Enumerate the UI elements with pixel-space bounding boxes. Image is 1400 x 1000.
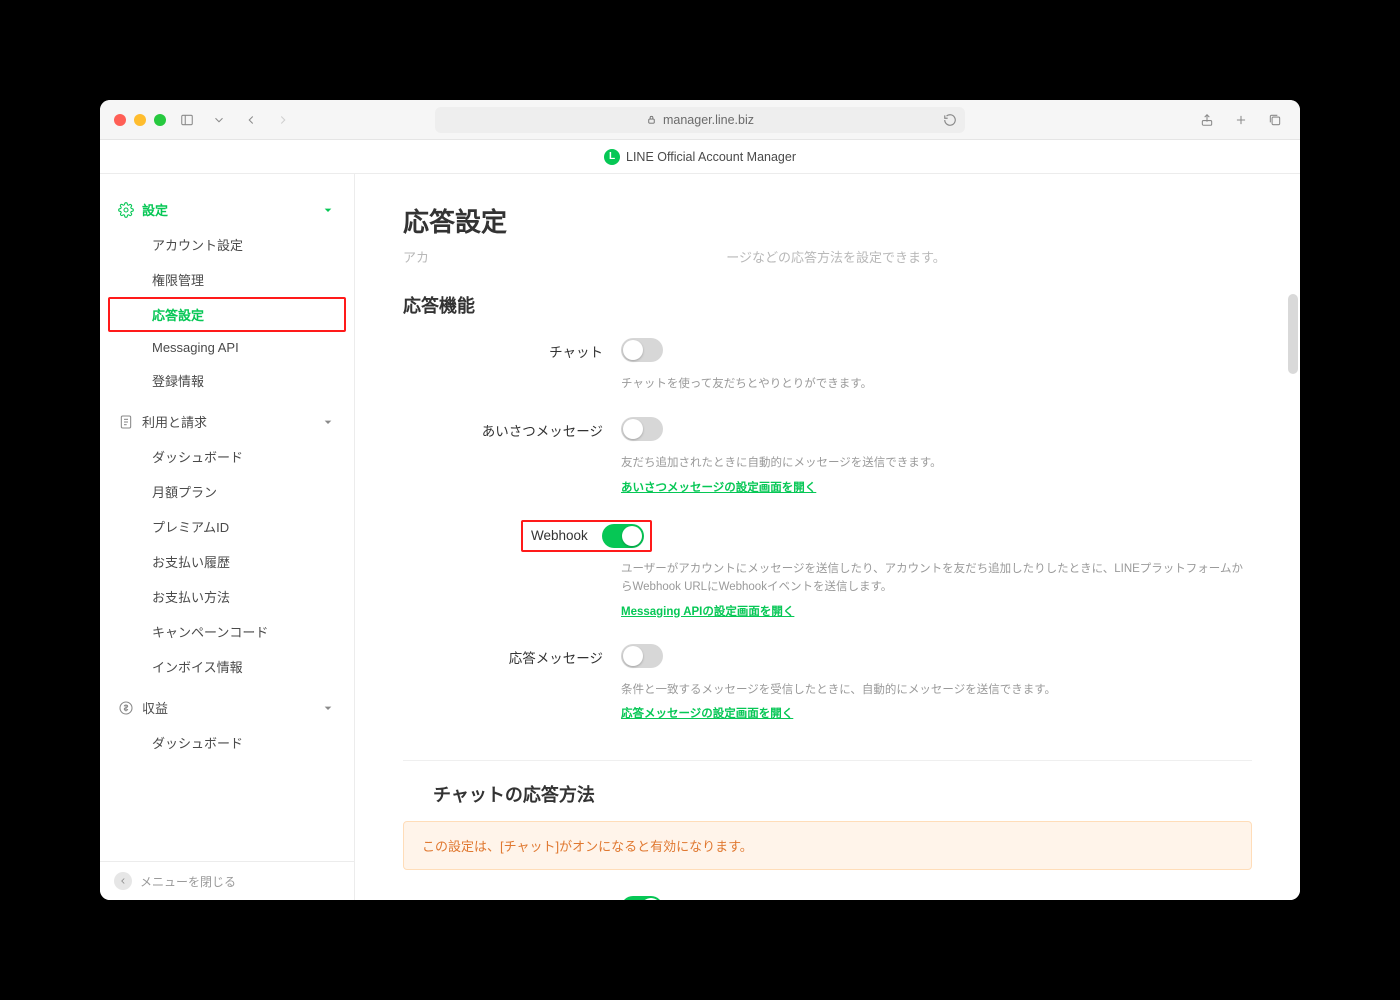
toggle-auto-reply[interactable]	[621, 644, 663, 668]
browser-window: manager.line.biz L LINE Official Account…	[100, 100, 1300, 900]
sidebar-group-label: 設定	[142, 200, 168, 219]
dollar-circle-icon	[118, 700, 134, 716]
sidebar-scroll: 設定 アカウント設定 権限管理 応答設定 Messaging API 登録情報 …	[100, 174, 354, 861]
sidebar-item-payment-history[interactable]: お支払い履歴	[108, 544, 346, 579]
document-icon	[118, 414, 134, 430]
setting-label-chat: チャット	[403, 338, 603, 361]
sidebar-icon	[180, 113, 194, 127]
sidebar-item-monthly-plan[interactable]: 月額プラン	[108, 474, 346, 509]
setting-label-hours: 応答時間	[403, 896, 603, 900]
toggle-greeting[interactable]	[621, 417, 663, 441]
address-bar[interactable]: manager.line.biz	[435, 107, 965, 133]
back-button[interactable]	[240, 110, 262, 130]
chat-method-notice: この設定は、[チャット]がオンになると有効になります。	[403, 821, 1252, 870]
setting-desc-auto-reply: 条件と一致するメッセージを受信したときに、自動的にメッセージを送信できます。	[621, 681, 1252, 699]
tabs-overview-button[interactable]	[1264, 110, 1286, 130]
sidebar: 設定 アカウント設定 権限管理 応答設定 Messaging API 登録情報 …	[100, 174, 355, 900]
url-host: manager.line.biz	[663, 113, 754, 127]
sidebar-item-premium-id[interactable]: プレミアムID	[108, 509, 346, 544]
sidebar-item-response-settings[interactable]: 応答設定	[108, 297, 346, 332]
sidebar-item-payment-method[interactable]: お支払い方法	[108, 579, 346, 614]
section-title-features: 応答機能	[403, 292, 1252, 318]
sidebar-footer-label: メニューを閉じる	[140, 873, 236, 890]
setting-row-chat: チャット チャットを使って友だちとやりとりができます。	[403, 332, 1252, 411]
setting-row-webhook: Webhook ユーザーがアカウントにメッセージを送信したり、アカウントを友だち…	[403, 514, 1252, 638]
link-greeting-settings[interactable]: あいさつメッセージの設定画面を開く	[621, 479, 816, 495]
chevron-down-icon	[212, 113, 226, 127]
caret-down-icon	[320, 414, 336, 430]
setting-label-webhook: Webhook	[531, 528, 588, 543]
setting-row-auto-reply: 応答メッセージ 条件と一致するメッセージを受信したときに、自動的にメッセージを送…	[403, 638, 1252, 740]
caret-down-icon	[320, 202, 336, 218]
link-auto-reply-settings[interactable]: 応答メッセージの設定画面を開く	[621, 705, 793, 721]
page-title: 応答設定	[403, 202, 1252, 239]
share-button[interactable]	[1196, 110, 1218, 130]
close-window-button[interactable]	[114, 114, 126, 126]
main-content: 応答設定 アカ ージなどの応答方法を設定できます。 応答機能 チャット チャット…	[355, 174, 1300, 900]
sidebar-item-revenue-dashboard[interactable]: ダッシュボード	[108, 725, 346, 760]
setting-row-hours: 応答時間	[403, 890, 1252, 900]
gear-icon	[118, 202, 134, 218]
sidebar-item-registration-info[interactable]: 登録情報	[108, 363, 346, 398]
toggle-webhook[interactable]	[602, 524, 644, 548]
caret-down-icon	[320, 700, 336, 716]
sidebar-group-revenue[interactable]: 収益	[108, 690, 346, 725]
window-controls	[114, 114, 166, 126]
toggle-chat[interactable]	[621, 338, 663, 362]
sidebar-item-account-settings[interactable]: アカウント設定	[108, 227, 346, 262]
app-header: L LINE Official Account Manager	[100, 140, 1300, 174]
app-title: LINE Official Account Manager	[626, 150, 796, 164]
setting-label-auto-reply: 応答メッセージ	[403, 644, 603, 667]
new-tab-button[interactable]	[1230, 110, 1252, 130]
sidebar-collapse-button[interactable]: メニューを閉じる	[100, 861, 354, 900]
sidebar-item-campaign-code[interactable]: キャンペーンコード	[108, 614, 346, 649]
reload-icon[interactable]	[943, 113, 957, 127]
page-description: アカ ージなどの応答方法を設定できます。	[403, 247, 1252, 266]
tabs-icon	[1268, 113, 1282, 127]
maximize-window-button[interactable]	[154, 114, 166, 126]
line-logo-icon: L	[604, 149, 620, 165]
setting-desc-webhook: ユーザーがアカウントにメッセージを送信したり、アカウントを友だち追加したりしたと…	[621, 560, 1252, 597]
chevron-left-icon	[244, 113, 258, 127]
lock-icon	[646, 114, 657, 125]
link-messaging-api-settings[interactable]: Messaging APIの設定画面を開く	[621, 603, 794, 619]
sidebar-toggle-button[interactable]	[176, 110, 198, 130]
sidebar-item-messaging-api[interactable]: Messaging API	[108, 332, 346, 363]
sidebar-group-label: 利用と請求	[142, 412, 207, 431]
sidebar-item-invoice-info[interactable]: インボイス情報	[108, 649, 346, 684]
sidebar-group-settings[interactable]: 設定	[108, 192, 346, 227]
browser-titlebar: manager.line.biz	[100, 100, 1300, 140]
minimize-window-button[interactable]	[134, 114, 146, 126]
section-title-chat-method: チャットの応答方法	[433, 781, 1252, 807]
sidebar-item-dashboard[interactable]: ダッシュボード	[108, 439, 346, 474]
setting-row-greeting: あいさつメッセージ 友だち追加されたときに自動的にメッセージを送信できます。 あ…	[403, 411, 1252, 513]
sidebar-group-label: 収益	[142, 698, 168, 717]
plus-icon	[1234, 113, 1248, 127]
setting-desc-greeting: 友だち追加されたときに自動的にメッセージを送信できます。	[621, 454, 1252, 472]
divider	[403, 760, 1252, 761]
chevron-right-icon	[276, 113, 290, 127]
collapse-circle	[114, 872, 132, 890]
app-body: 設定 アカウント設定 権限管理 応答設定 Messaging API 登録情報 …	[100, 174, 1300, 900]
setting-label-greeting: あいさつメッセージ	[403, 417, 603, 440]
scrollbar-thumb[interactable]	[1288, 294, 1298, 374]
setting-desc-chat: チャットを使って友だちとやりとりができます。	[621, 375, 1252, 393]
titlebar-right	[1196, 110, 1286, 130]
chevron-left-icon	[118, 876, 128, 886]
forward-button[interactable]	[272, 110, 294, 130]
webhook-highlight-box: Webhook	[521, 520, 652, 552]
sidebar-item-permissions[interactable]: 権限管理	[108, 262, 346, 297]
toggle-hours[interactable]	[621, 896, 663, 900]
tab-group-dropdown[interactable]	[208, 110, 230, 130]
sidebar-group-billing[interactable]: 利用と請求	[108, 404, 346, 439]
share-icon	[1200, 113, 1214, 127]
